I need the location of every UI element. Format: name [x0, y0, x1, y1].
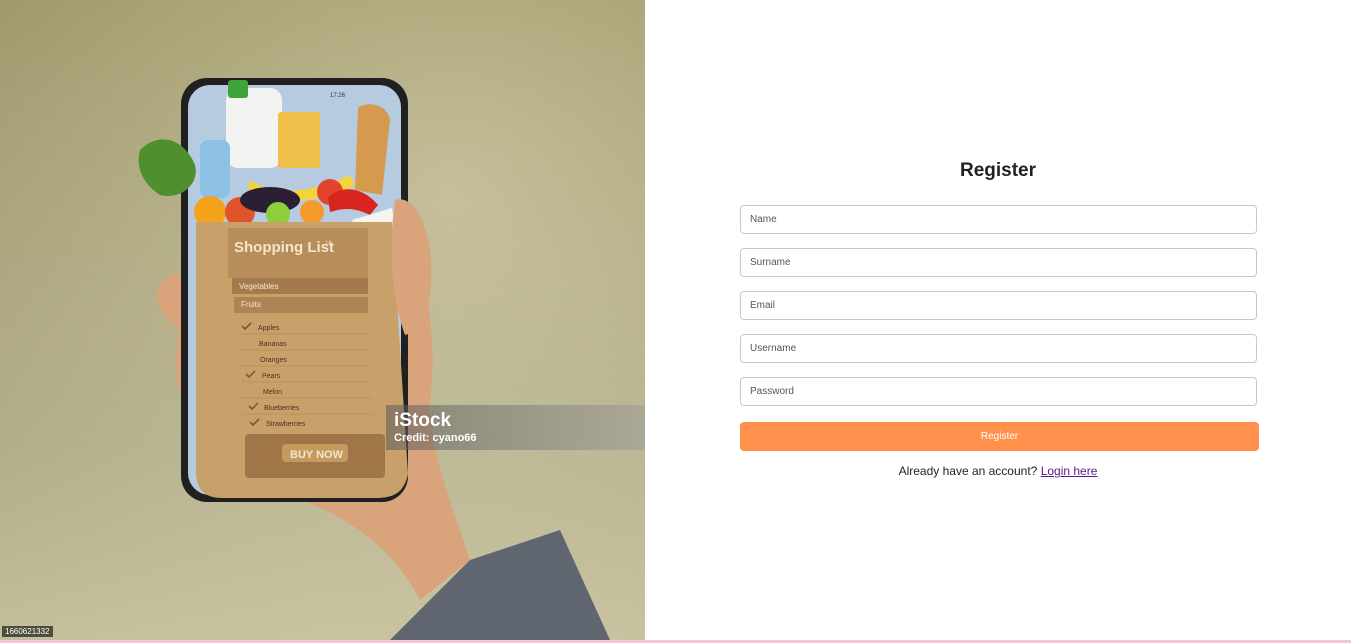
category-fruits: Fruits: [241, 300, 261, 309]
cart-count: 16: [325, 241, 332, 247]
list-title: Shopping List: [234, 239, 334, 256]
water-bottle: [200, 140, 230, 198]
buy-now-label: BUY NOW: [290, 449, 344, 461]
email-field: [740, 291, 1257, 320]
login-prompt-text: Already have an account?: [898, 464, 1038, 478]
watermark-brand: iStock: [394, 410, 452, 431]
email-input[interactable]: [741, 292, 1256, 319]
surname-field: [740, 248, 1257, 277]
list-item: Blueberries: [264, 405, 300, 412]
login-link[interactable]: Login here: [1041, 464, 1098, 478]
image-id-label: 1660621332: [2, 626, 53, 637]
list-item: Melon: [263, 389, 282, 396]
username-field: [740, 334, 1257, 363]
surname-input[interactable]: [741, 249, 1256, 276]
username-input[interactable]: [741, 335, 1256, 362]
list-item: Bananas: [259, 341, 287, 348]
hero-illustration: 17:26 Shopping List 16 Vegetables Fruits…: [138, 78, 610, 640]
category-vegetables: Vegetables: [239, 282, 279, 291]
register-panel: Register Register Already have an accoun…: [645, 0, 1351, 640]
phone-time: 17:26: [330, 93, 346, 99]
watermark: iStock Credit: cyano66: [386, 405, 645, 450]
hero-image-panel: 17:26 Shopping List 16 Vegetables Fruits…: [0, 0, 645, 640]
name-input[interactable]: [741, 206, 1256, 233]
login-prompt-line: Already have an account? Login here: [645, 464, 1351, 478]
password-field: [740, 377, 1257, 406]
watermark-credit: Credit: cyano66: [394, 432, 477, 444]
page-title: Register: [959, 160, 1037, 181]
jug-cap: [228, 80, 248, 98]
list-item: Pears: [262, 373, 281, 380]
milk-jug: [226, 88, 282, 168]
orange: [300, 200, 324, 224]
password-input[interactable]: [741, 378, 1256, 405]
list-item: Strawberries: [266, 421, 306, 428]
list-item: Apples: [258, 325, 280, 332]
juice-glass: [278, 112, 320, 168]
name-field: [740, 205, 1257, 234]
list-item: Oranges: [260, 357, 287, 364]
register-button[interactable]: Register: [740, 422, 1259, 451]
